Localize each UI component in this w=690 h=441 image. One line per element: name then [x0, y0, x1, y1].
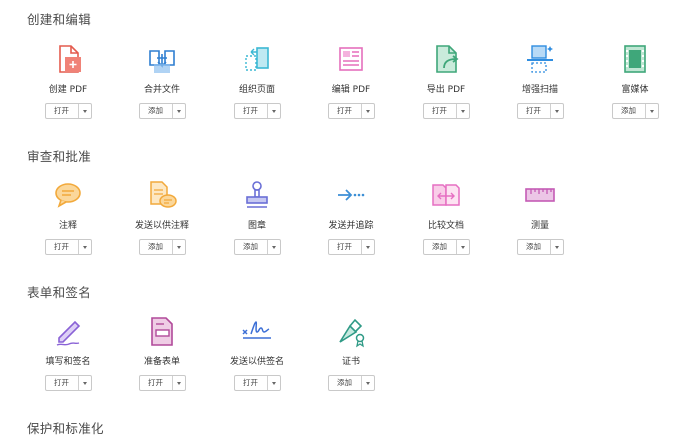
tool-label: 合并文件	[143, 85, 180, 95]
open-button[interactable]: 打开	[516, 103, 564, 119]
tool-enhance-scan[interactable]: 增强扫描 打开	[493, 42, 587, 119]
add-button[interactable]: 添加	[233, 239, 281, 255]
dropdown-arrow-icon[interactable]	[457, 240, 469, 254]
tool-rich-media[interactable]: 富媒体 添加	[588, 42, 682, 119]
tool-label: 创建 PDF	[48, 85, 88, 95]
send-for-signature-icon	[242, 321, 271, 339]
dropdown-arrow-icon[interactable]	[79, 240, 91, 254]
tool-label: 组织页面	[238, 85, 275, 95]
add-button[interactable]: 添加	[611, 103, 659, 119]
add-button[interactable]: 添加	[327, 375, 375, 391]
dropdown-arrow-icon[interactable]	[362, 240, 374, 254]
tool-label: 注释	[58, 221, 77, 231]
export-pdf-icon	[436, 45, 459, 73]
tool-send-track[interactable]: 发送并追踪 打开	[304, 178, 398, 255]
section-title-review-approve: 审查和批准	[27, 149, 92, 164]
organize-pages-icon	[245, 47, 269, 71]
section-title-create-edit: 创建和编辑	[27, 12, 92, 27]
section-title-forms-signatures: 表单和签名	[27, 285, 92, 300]
tool-export-pdf[interactable]: 导出 PDF 打开	[399, 42, 493, 119]
send-for-comments-icon	[150, 181, 177, 208]
tool-label: 增强扫描	[521, 85, 558, 95]
certificate-icon	[339, 318, 365, 348]
dropdown-arrow-icon[interactable]	[646, 104, 658, 118]
dropdown-arrow-icon[interactable]	[362, 376, 374, 390]
tool-organize-pages[interactable]: 组织页面 打开	[210, 42, 304, 119]
dropdown-arrow-icon[interactable]	[362, 104, 374, 118]
open-button[interactable]: 打开	[233, 375, 281, 391]
dropdown-arrow-icon[interactable]	[551, 240, 563, 254]
dropdown-arrow-icon[interactable]	[268, 240, 280, 254]
tool-label: 编辑 PDF	[331, 85, 371, 95]
dropdown-arrow-icon[interactable]	[173, 240, 185, 254]
open-button[interactable]: 打开	[44, 239, 92, 255]
tool-measure[interactable]: 测量 添加	[493, 178, 587, 255]
tool-label: 发送以供注释	[134, 221, 189, 231]
tool-label: 导出 PDF	[426, 85, 466, 95]
tool-fill-sign[interactable]: 填写和签名 打开	[21, 314, 115, 391]
add-button[interactable]: 添加	[422, 239, 470, 255]
tool-combine-files[interactable]: 合并文件 添加	[115, 42, 209, 119]
tool-label: 发送以供签名	[229, 357, 284, 367]
measure-icon	[525, 188, 555, 202]
enhance-scan-icon	[527, 45, 553, 73]
dropdown-arrow-icon[interactable]	[173, 376, 185, 390]
dropdown-arrow-icon[interactable]	[457, 104, 469, 118]
open-button[interactable]: 打开	[327, 103, 375, 119]
open-button[interactable]: 打开	[138, 375, 186, 391]
edit-pdf-icon	[339, 47, 363, 71]
dropdown-arrow-icon[interactable]	[79, 376, 91, 390]
tool-label: 填写和签名	[45, 357, 91, 367]
open-button[interactable]: 打开	[233, 103, 281, 119]
tool-label: 准备表单	[143, 357, 180, 367]
open-button[interactable]: 打开	[44, 103, 92, 119]
tool-row-forms-signatures: 填写和签名 打开 准备表单 打开 发送以供签名 打开 证书 添加	[0, 314, 690, 424]
tool-create-pdf[interactable]: 创建 PDF 打开	[21, 42, 115, 119]
section-title-protect-standardize: 保护和标准化	[27, 421, 104, 436]
tool-row-create-edit: 创建 PDF 打开 合并文件 添加 组织页面 打开 编辑 PDF 打开 导出 P…	[0, 42, 690, 152]
compare-documents-icon	[432, 184, 460, 206]
add-button[interactable]: 添加	[138, 239, 186, 255]
dropdown-arrow-icon[interactable]	[551, 104, 563, 118]
dropdown-arrow-icon[interactable]	[173, 104, 185, 118]
tool-prepare-form[interactable]: 准备表单 打开	[115, 314, 209, 391]
tool-edit-pdf[interactable]: 编辑 PDF 打开	[304, 42, 398, 119]
open-button[interactable]: 打开	[44, 375, 92, 391]
tool-label: 比较文档	[427, 221, 464, 231]
tool-comment[interactable]: 注释 打开	[21, 178, 115, 255]
tool-label: 富媒体	[621, 85, 649, 95]
create-pdf-icon	[59, 45, 81, 73]
add-button[interactable]: 添加	[516, 239, 564, 255]
tool-compare-documents[interactable]: 比较文档 添加	[399, 178, 493, 255]
combine-files-icon	[149, 50, 175, 73]
dropdown-arrow-icon[interactable]	[79, 104, 91, 118]
rich-media-icon	[624, 45, 646, 73]
open-button[interactable]: 打开	[422, 103, 470, 119]
open-button[interactable]: 打开	[327, 239, 375, 255]
dropdown-arrow-icon[interactable]	[268, 104, 280, 118]
fill-sign-icon	[56, 320, 81, 346]
tool-send-for-signature[interactable]: 发送以供签名 打开	[210, 314, 304, 391]
send-track-icon	[338, 189, 365, 201]
stamp-icon	[246, 181, 268, 208]
tool-label: 图章	[247, 221, 266, 231]
tool-row-review-approve: 注释 打开 发送以供注释 添加 图章 添加 发送并追踪 打开 比较文档 添加 测…	[0, 178, 690, 288]
tool-label: 测量	[530, 221, 549, 231]
tool-certificate[interactable]: 证书 添加	[304, 314, 398, 391]
tool-label: 证书	[341, 357, 360, 367]
prepare-form-icon	[151, 317, 173, 346]
add-button[interactable]: 添加	[138, 103, 186, 119]
tool-stamp[interactable]: 图章 添加	[210, 178, 304, 255]
tool-send-for-comments[interactable]: 发送以供注释 添加	[115, 178, 209, 255]
tool-label: 发送并追踪	[328, 221, 374, 231]
comment-icon	[55, 183, 81, 208]
dropdown-arrow-icon[interactable]	[268, 376, 280, 390]
